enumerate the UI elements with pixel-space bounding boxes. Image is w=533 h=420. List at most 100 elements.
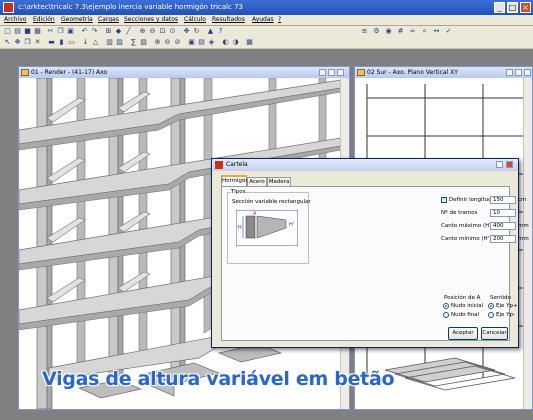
zoom-in-icon[interactable]: ⊕ [138,27,147,36]
app-title: c:\arktec\tricalc 7.3\ejemplo inercia va… [18,3,243,11]
dialog-close-button[interactable] [506,161,513,168]
link-icon[interactable]: ∞ [408,27,417,36]
show-icon[interactable]: ◑ [231,38,240,47]
redo-icon[interactable]: ↷ [90,27,99,36]
render-icon[interactable]: ▲ [206,27,215,36]
render-minimize-button[interactable] [319,69,326,76]
segments-label: Nº de tramos [441,210,478,216]
open-icon[interactable]: ▤ [13,27,22,36]
settings-icon[interactable]: ⚙ [372,27,381,36]
menu-cargas[interactable]: Cargas [98,16,119,23]
select-icon[interactable]: ↖ [3,38,12,47]
elevation-close-button[interactable] [524,69,531,76]
max-edge-input[interactable]: 400 [490,222,516,230]
end-node-label: Nudo final [451,312,480,318]
zoom-all-icon[interactable]: ⊙ [168,27,177,36]
window-icon [21,69,29,76]
hide-icon[interactable]: ◐ [221,38,230,47]
tab-madera[interactable]: Madera [267,177,291,186]
save-icon[interactable]: ■ [23,27,32,36]
material-icon[interactable]: ▧ [115,38,124,47]
copy-element-icon[interactable]: ❐ [23,38,32,47]
support-icon[interactable]: △ [91,38,100,47]
zoom-prev-icon[interactable]: ⊘ [173,38,182,47]
elevation-window-title-bar: 02 Sur - Axo. Plano Vertical XY [355,67,532,78]
menu-geometria[interactable]: Geometría [61,16,93,23]
tab-panel: Tipos Sección variable rectangular H H' … [221,186,529,341]
column-icon[interactable]: ▮ [57,38,66,47]
start-node-radio[interactable] [443,303,449,309]
accept-button[interactable]: Aceptar [448,327,478,340]
menu-archivo[interactable]: Archivo [4,16,26,23]
caption-overlay: Vigas de altura variável em betão [42,368,395,390]
render-maximize-button[interactable] [328,69,335,76]
beam-icon[interactable]: ▬ [47,38,56,47]
view-icon[interactable]: ◉ [384,27,393,36]
paste-icon[interactable]: ▣ [66,27,75,36]
zoom-out-icon[interactable]: ⊖ [163,38,172,47]
zoom-in-icon[interactable]: ⊕ [153,38,162,47]
section-diagram[interactable]: H H' A [236,210,298,246]
minimize-button[interactable]: _ [494,2,505,13]
yp-plus-radio[interactable] [488,303,494,309]
section-icon[interactable]: ▥ [105,38,114,47]
cut-icon[interactable]: ✂ [46,27,55,36]
maximize-button[interactable]: □ [507,2,518,13]
slab-icon[interactable]: ▭ [67,38,76,47]
help-icon[interactable]: ? [216,27,225,36]
tab-hormigon[interactable]: Hormigón [221,175,249,186]
view-front-icon[interactable]: ▣ [187,38,196,47]
load-icon[interactable]: ↓ [81,38,90,47]
end-node-radio[interactable] [443,312,449,318]
copy-icon[interactable]: ❐ [56,27,65,36]
close-button[interactable]: × [520,2,531,13]
undo-icon[interactable]: ↶ [80,27,89,36]
delete-icon[interactable]: ✕ [33,38,42,47]
menu-secciones[interactable]: Secciones y datos [124,16,178,23]
min-edge-input[interactable]: 200 [490,235,516,243]
elevation-maximize-button[interactable] [515,69,522,76]
results-icon[interactable]: ▨ [139,38,148,47]
menu-edicion[interactable]: Edición [33,16,55,23]
measure-icon[interactable]: ↔ [432,27,441,36]
pan-icon[interactable]: ✥ [182,27,191,36]
length-input[interactable]: 150 [490,196,516,204]
menu-resultados[interactable]: Resultados [212,16,245,23]
max-edge-label: Canto máximo (H) [441,223,492,229]
new-icon[interactable]: □ [3,27,12,36]
window-icon [357,69,365,76]
calculate-icon[interactable]: ∑ [129,38,138,47]
elevation-scrollbar[interactable] [523,78,532,409]
print-icon[interactable]: ▦ [33,27,42,36]
elevation-minimize-button[interactable] [506,69,513,76]
segments-input[interactable]: 10 [490,209,516,217]
report-icon[interactable]: ▦ [245,38,254,47]
tab-acero[interactable]: Acero [247,177,267,186]
bar-icon[interactable]: ╱ [124,27,133,36]
start-node-label: Nudo inicial [451,303,484,309]
grid-snap-icon[interactable]: # [396,27,405,36]
app-icon [3,2,14,13]
node-icon[interactable]: ◆ [114,27,123,36]
yp-minus-radio[interactable] [488,312,494,318]
view-3d-icon[interactable]: ◈ [207,38,216,47]
zoom-out-icon[interactable]: ⊖ [148,27,157,36]
search-icon[interactable]: ⌕ [420,27,429,36]
grid-icon[interactable]: ⊞ [104,27,113,36]
layers-icon[interactable]: ≡ [360,27,369,36]
rotate-icon[interactable]: ↻ [192,27,201,36]
menu-help[interactable]: ? [278,16,281,23]
define-length-checkbox[interactable]: ✓ [441,197,447,203]
dialog-title-bar: Cartela [212,159,518,171]
zoom-window-icon[interactable]: ⊡ [158,27,167,36]
dialog-help-button[interactable] [496,161,503,168]
view-top-icon[interactable]: ▤ [197,38,206,47]
menu-calculo[interactable]: Cálculo [184,16,206,23]
move-icon[interactable]: ✥ [13,38,22,47]
position-label: Posición de A [444,295,481,301]
check-icon[interactable]: ✓ [444,27,453,36]
menu-ayudas[interactable]: Ayudas [252,16,274,23]
cancel-button[interactable]: Cancelar [481,327,508,340]
render-close-button[interactable] [337,69,344,76]
menu-bar: Archivo Edición Geometría Cargas Seccion… [0,15,533,26]
